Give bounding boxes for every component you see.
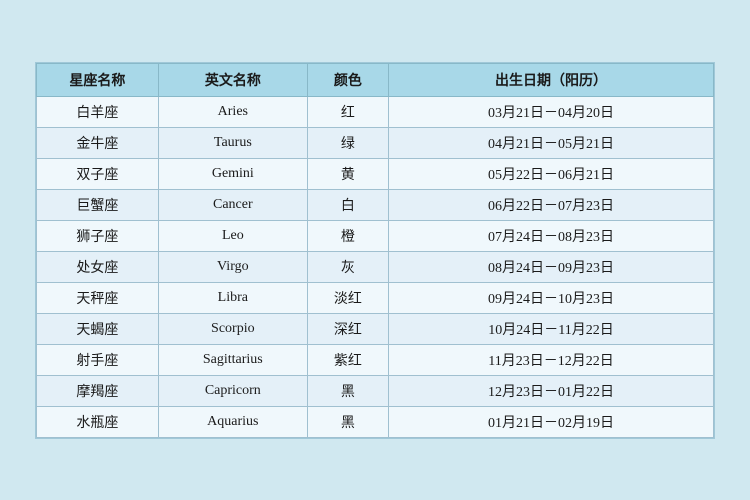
cell-en-6: Libra bbox=[158, 282, 307, 313]
cell-date-0: 03月21日－04月20日 bbox=[389, 96, 714, 127]
cell-en-1: Taurus bbox=[158, 127, 307, 158]
cell-date-3: 06月22日－07月23日 bbox=[389, 189, 714, 220]
cell-zh-5: 处女座 bbox=[37, 251, 159, 282]
table-row: 水瓶座Aquarius黑01月21日－02月19日 bbox=[37, 406, 714, 437]
cell-zh-0: 白羊座 bbox=[37, 96, 159, 127]
cell-zh-2: 双子座 bbox=[37, 158, 159, 189]
cell-zh-7: 天蝎座 bbox=[37, 313, 159, 344]
cell-color-5: 灰 bbox=[307, 251, 388, 282]
table-row: 巨蟹座Cancer白06月22日－07月23日 bbox=[37, 189, 714, 220]
zodiac-table: 星座名称 英文名称 颜色 出生日期（阳历） 白羊座Aries红03月21日－04… bbox=[36, 63, 714, 438]
cell-date-10: 01月21日－02月19日 bbox=[389, 406, 714, 437]
cell-color-2: 黄 bbox=[307, 158, 388, 189]
table-row: 白羊座Aries红03月21日－04月20日 bbox=[37, 96, 714, 127]
cell-color-7: 深红 bbox=[307, 313, 388, 344]
cell-en-9: Capricorn bbox=[158, 375, 307, 406]
table-row: 天蝎座Scorpio深红10月24日－11月22日 bbox=[37, 313, 714, 344]
table-row: 双子座Gemini黄05月22日－06月21日 bbox=[37, 158, 714, 189]
cell-en-2: Gemini bbox=[158, 158, 307, 189]
cell-date-1: 04月21日－05月21日 bbox=[389, 127, 714, 158]
cell-color-1: 绿 bbox=[307, 127, 388, 158]
header-date: 出生日期（阳历） bbox=[389, 63, 714, 96]
cell-color-4: 橙 bbox=[307, 220, 388, 251]
header-zh-name: 星座名称 bbox=[37, 63, 159, 96]
cell-en-0: Aries bbox=[158, 96, 307, 127]
cell-date-4: 07月24日－08月23日 bbox=[389, 220, 714, 251]
cell-en-10: Aquarius bbox=[158, 406, 307, 437]
cell-color-0: 红 bbox=[307, 96, 388, 127]
cell-zh-10: 水瓶座 bbox=[37, 406, 159, 437]
cell-date-2: 05月22日－06月21日 bbox=[389, 158, 714, 189]
cell-color-6: 淡红 bbox=[307, 282, 388, 313]
cell-date-9: 12月23日－01月22日 bbox=[389, 375, 714, 406]
header-color: 颜色 bbox=[307, 63, 388, 96]
cell-date-7: 10月24日－11月22日 bbox=[389, 313, 714, 344]
cell-date-5: 08月24日－09月23日 bbox=[389, 251, 714, 282]
table-row: 射手座Sagittarius紫红11月23日－12月22日 bbox=[37, 344, 714, 375]
cell-date-8: 11月23日－12月22日 bbox=[389, 344, 714, 375]
cell-en-5: Virgo bbox=[158, 251, 307, 282]
cell-en-3: Cancer bbox=[158, 189, 307, 220]
table-header-row: 星座名称 英文名称 颜色 出生日期（阳历） bbox=[37, 63, 714, 96]
table-row: 处女座Virgo灰08月24日－09月23日 bbox=[37, 251, 714, 282]
cell-color-9: 黑 bbox=[307, 375, 388, 406]
zodiac-table-container: 星座名称 英文名称 颜色 出生日期（阳历） 白羊座Aries红03月21日－04… bbox=[35, 62, 715, 439]
cell-zh-6: 天秤座 bbox=[37, 282, 159, 313]
table-row: 狮子座Leo橙07月24日－08月23日 bbox=[37, 220, 714, 251]
table-row: 天秤座Libra淡红09月24日－10月23日 bbox=[37, 282, 714, 313]
cell-en-8: Sagittarius bbox=[158, 344, 307, 375]
table-body: 白羊座Aries红03月21日－04月20日金牛座Taurus绿04月21日－0… bbox=[37, 96, 714, 437]
cell-color-10: 黑 bbox=[307, 406, 388, 437]
cell-zh-8: 射手座 bbox=[37, 344, 159, 375]
cell-color-8: 紫红 bbox=[307, 344, 388, 375]
table-row: 金牛座Taurus绿04月21日－05月21日 bbox=[37, 127, 714, 158]
cell-en-4: Leo bbox=[158, 220, 307, 251]
table-row: 摩羯座Capricorn黑12月23日－01月22日 bbox=[37, 375, 714, 406]
cell-date-6: 09月24日－10月23日 bbox=[389, 282, 714, 313]
cell-color-3: 白 bbox=[307, 189, 388, 220]
cell-zh-1: 金牛座 bbox=[37, 127, 159, 158]
header-en-name: 英文名称 bbox=[158, 63, 307, 96]
cell-en-7: Scorpio bbox=[158, 313, 307, 344]
cell-zh-3: 巨蟹座 bbox=[37, 189, 159, 220]
cell-zh-9: 摩羯座 bbox=[37, 375, 159, 406]
cell-zh-4: 狮子座 bbox=[37, 220, 159, 251]
